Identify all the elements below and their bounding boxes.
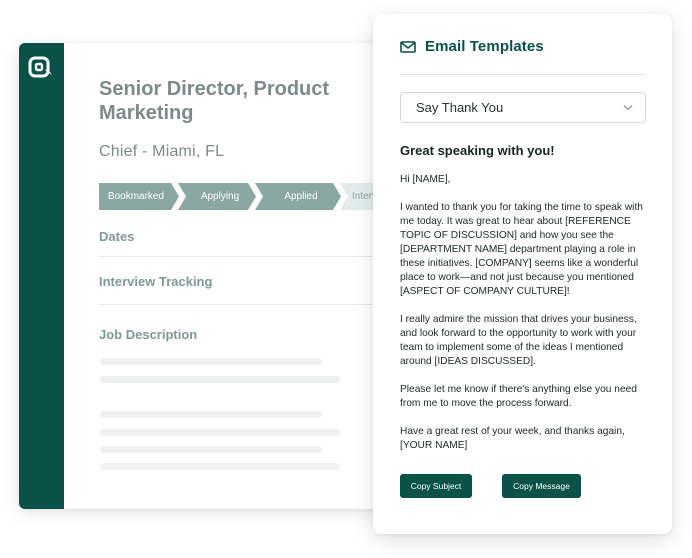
pipeline-tracker: Bookmarked Applying Applied Intervi — [99, 183, 391, 210]
section-job-description[interactable]: Job Description — [99, 327, 197, 342]
panel-title: Email Templates — [425, 38, 544, 55]
job-company-location: Chief - Miami, FL — [99, 143, 225, 160]
sidebar — [19, 43, 64, 509]
section-interview-tracking[interactable]: Interview Tracking — [99, 274, 212, 289]
panel-header: Email Templates — [400, 38, 544, 55]
email-templates-panel: Email Templates Say Thank You Great spea… — [373, 14, 672, 534]
email-greeting: Hi [NAME], — [400, 174, 451, 185]
skeleton-line — [100, 429, 340, 436]
section-dates[interactable]: Dates — [99, 229, 134, 244]
logo-icon[interactable] — [28, 55, 54, 81]
pipeline-stage-applied[interactable]: Applied — [255, 183, 341, 210]
template-select[interactable]: Say Thank You — [400, 92, 646, 123]
divider — [99, 256, 391, 257]
skeleton-line — [100, 446, 322, 453]
email-body: Hi [NAME], I wanted to thank you for tak… — [400, 173, 650, 467]
job-title: Senior Director, Product Marketing — [99, 78, 330, 124]
template-select-value: Say Thank You — [416, 100, 504, 115]
job-main: Senior Director, Product Marketing Chief… — [64, 43, 391, 509]
pipeline-stage-bookmarked[interactable]: Bookmarked — [99, 183, 179, 210]
mail-icon — [400, 40, 416, 53]
email-signoff: Have a great rest of your week, and than… — [400, 426, 625, 451]
divider — [400, 74, 646, 75]
chevron-down-icon — [623, 105, 633, 111]
skeleton-line — [100, 463, 340, 470]
email-paragraph: I really admire the mission that drives … — [400, 314, 637, 367]
pipeline-stage-applying[interactable]: Applying — [178, 183, 256, 210]
copy-message-button[interactable]: Copy Message — [502, 474, 581, 498]
job-card: Senior Director, Product Marketing Chief… — [19, 43, 391, 509]
email-paragraph: Please let me know if there's anything e… — [400, 384, 637, 409]
copy-subject-button[interactable]: Copy Subject — [400, 474, 472, 498]
skeleton-line — [100, 376, 340, 383]
skeleton-line — [100, 358, 322, 365]
email-subject: Great speaking with you! — [400, 143, 555, 158]
skeleton-line — [100, 411, 322, 418]
email-paragraph: I wanted to thank you for taking the tim… — [400, 202, 643, 297]
divider — [99, 304, 391, 305]
